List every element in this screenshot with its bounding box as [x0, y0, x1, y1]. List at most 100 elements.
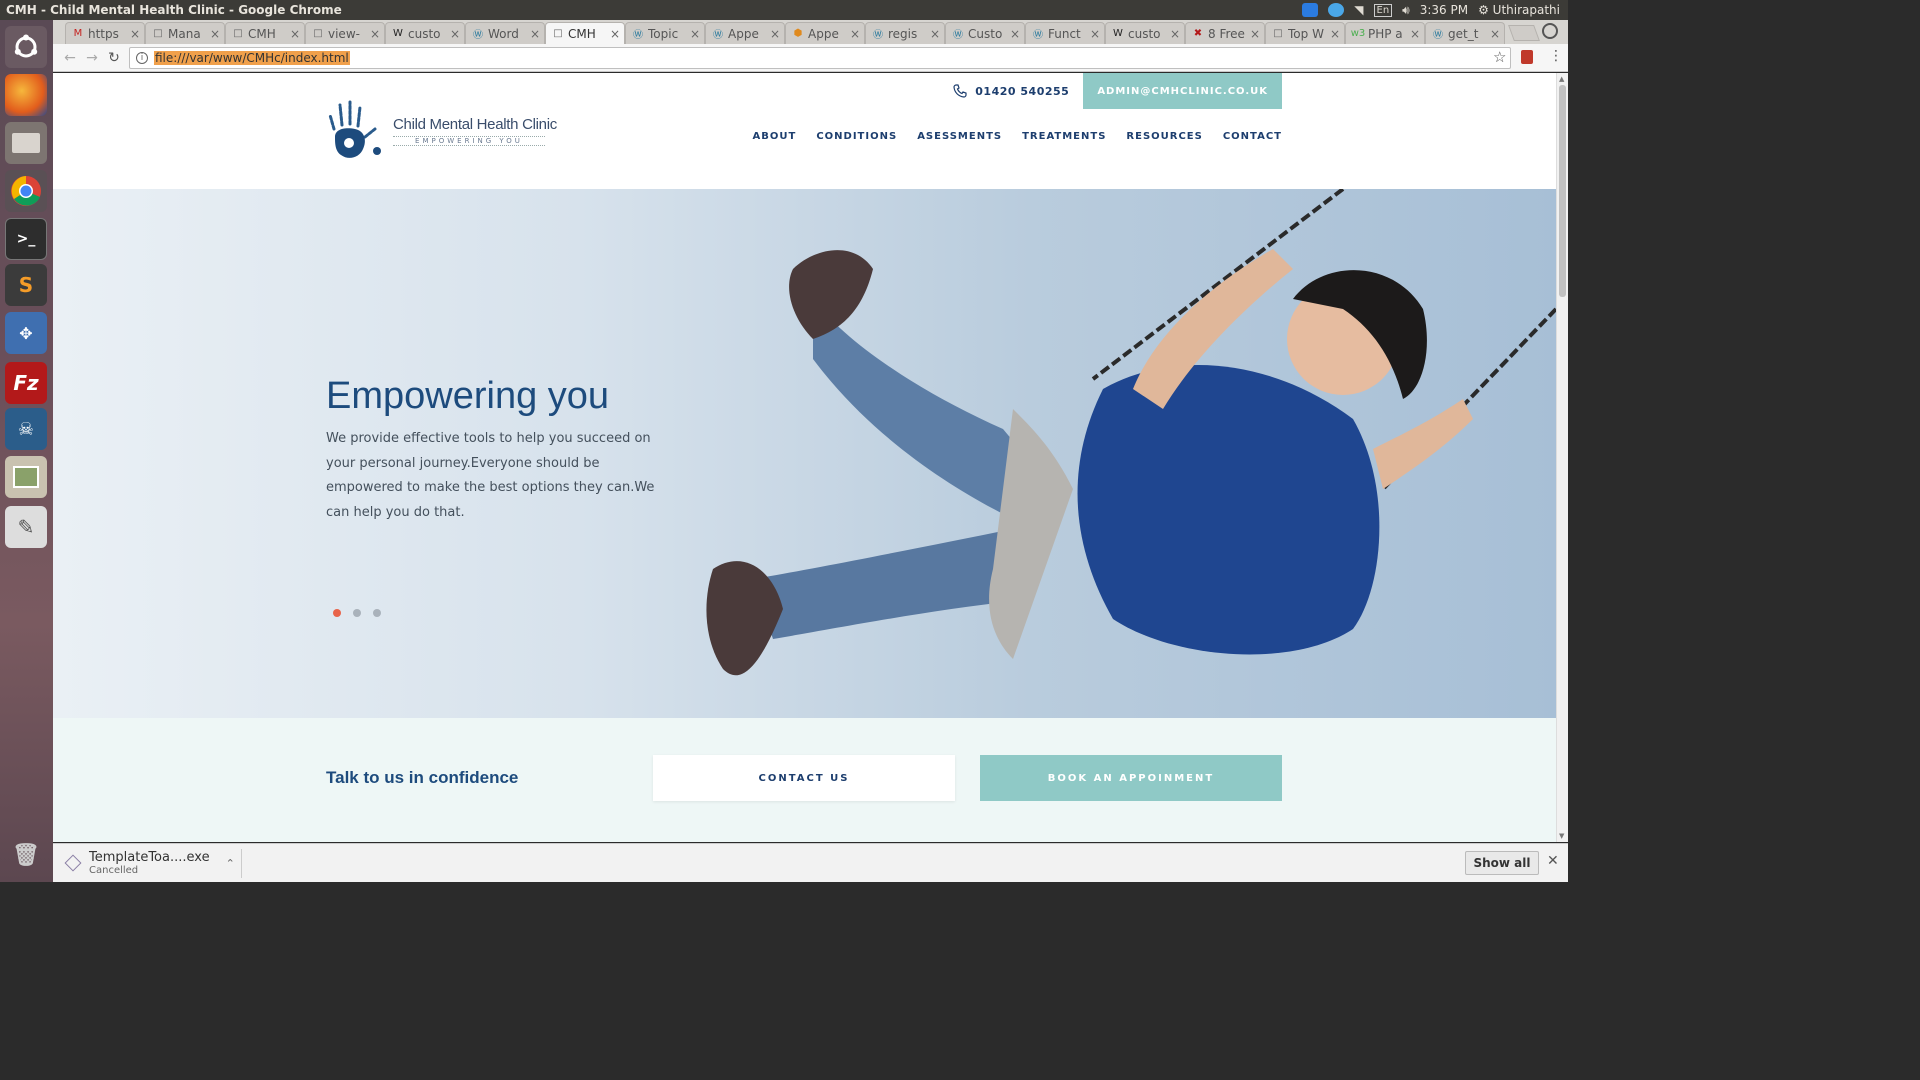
- address-bar[interactable]: i file:///var/www/CMHc/index.html: [129, 47, 1511, 69]
- browser-tab[interactable]: Ⓦregis ×: [865, 22, 945, 44]
- tab-label: Appe: [728, 26, 759, 41]
- phone-link[interactable]: 01420 540255: [953, 84, 1069, 98]
- contact-us-button[interactable]: CONTACT US: [653, 755, 955, 801]
- wifi-icon[interactable]: ◥: [1354, 3, 1363, 17]
- firefox-icon[interactable]: [5, 74, 47, 116]
- cta-title: Talk to us in confidence: [326, 768, 519, 787]
- teamviewer-icon[interactable]: [1302, 3, 1319, 17]
- site-logo[interactable]: Child Mental Health Clinic EMPOWERING YO…: [325, 99, 557, 163]
- page-scrollbar[interactable]: ▲ ▼: [1556, 73, 1568, 842]
- ubuntu-dash-icon[interactable]: [5, 26, 47, 68]
- volume-icon[interactable]: 🔊︎: [1402, 3, 1410, 18]
- browser-tab-strip: Mhttps × □ Mana × □ CMH × □ view- × Wcusto × Ⓦ Word × □ C…: [53, 20, 1568, 44]
- nav-conditions[interactable]: CONDITIONS: [816, 131, 897, 142]
- account-icon[interactable]: [1542, 23, 1558, 39]
- tab-label: https: [88, 26, 119, 41]
- browser-tab[interactable]: ⬢ Appe ×: [785, 22, 865, 44]
- tab-close-icon[interactable]: ×: [1330, 27, 1340, 41]
- tab-close-icon[interactable]: ×: [1410, 27, 1420, 41]
- terminal-icon[interactable]: >_: [5, 218, 47, 260]
- chrome-icon[interactable]: [5, 170, 47, 212]
- user-menu[interactable]: ⚙ Uthirapathi: [1478, 3, 1560, 17]
- keyboard-layout-indicator[interactable]: En: [1373, 3, 1393, 17]
- chevron-up-icon[interactable]: ⌃: [226, 857, 235, 870]
- mysql-workbench-icon[interactable]: ☠: [5, 408, 47, 450]
- browser-tab[interactable]: Wcusto ×: [1105, 22, 1185, 44]
- browser-tab[interactable]: □ Mana ×: [145, 22, 225, 44]
- browser-tab[interactable]: Mhttps ×: [65, 22, 145, 44]
- slider-dot-3[interactable]: [373, 609, 381, 617]
- browser-tab[interactable]: ✖ 8 Free ×: [1185, 22, 1265, 44]
- text-editor-icon[interactable]: ✎: [5, 506, 47, 548]
- tab-close-icon[interactable]: ×: [130, 27, 140, 41]
- email-button[interactable]: ADMIN@CMHCLINIC.CO.UK: [1083, 73, 1282, 109]
- tab-close-icon[interactable]: ×: [930, 27, 940, 41]
- browser-tab[interactable]: Ⓦ Appe ×: [705, 22, 785, 44]
- browser-tab[interactable]: □ Top W ×: [1265, 22, 1345, 44]
- browser-tab[interactable]: Ⓦ Word ×: [465, 22, 545, 44]
- network-icon[interactable]: ✥: [5, 312, 47, 354]
- tab-favicon-icon: ✖: [1193, 28, 1203, 39]
- browser-tab[interactable]: Ⓦ Custo ×: [945, 22, 1025, 44]
- nav-about[interactable]: ABOUT: [753, 131, 797, 142]
- tab-close-icon[interactable]: ×: [610, 27, 620, 41]
- browser-tab[interactable]: Ⓦ Funct ×: [1025, 22, 1105, 44]
- sublime-text-icon[interactable]: S: [5, 264, 47, 306]
- scroll-up-arrow[interactable]: ▲: [1559, 75, 1564, 83]
- browser-tab[interactable]: □ view- ×: [305, 22, 385, 44]
- book-appointment-button[interactable]: BOOK AN APPOINMENT: [980, 755, 1282, 801]
- clock[interactable]: 3:36 PM: [1420, 3, 1468, 17]
- browser-tab[interactable]: □ CMH ×: [225, 22, 305, 44]
- browser-tab[interactable]: Wcusto ×: [385, 22, 465, 44]
- tab-favicon-icon: M: [73, 28, 83, 39]
- extension-icon[interactable]: [1521, 50, 1533, 64]
- tab-close-icon[interactable]: ×: [850, 27, 860, 41]
- tab-close-icon[interactable]: ×: [1010, 27, 1020, 41]
- chrome-menu-icon[interactable]: ⋮: [1549, 48, 1563, 64]
- tab-close-icon[interactable]: ×: [290, 27, 300, 41]
- nav-resources[interactable]: RESOURCES: [1126, 131, 1202, 142]
- nav-contact[interactable]: CONTACT: [1223, 131, 1282, 142]
- browser-tab[interactable]: □ CMH ×: [545, 22, 625, 44]
- hand-logo-icon: [328, 100, 381, 158]
- file-icon: [64, 854, 82, 872]
- browser-tab[interactable]: Ⓦget_t ×: [1425, 22, 1505, 44]
- tab-label: CMH: [248, 26, 276, 41]
- tab-close-icon[interactable]: ×: [1490, 27, 1500, 41]
- nav-asessments[interactable]: ASESSMENTS: [917, 131, 1002, 142]
- browser-tab[interactable]: w3 PHP a ×: [1345, 22, 1425, 44]
- tab-close-icon[interactable]: ×: [1250, 27, 1260, 41]
- tab-close-icon[interactable]: ×: [450, 27, 460, 41]
- close-icon[interactable]: ✕: [1547, 853, 1559, 869]
- scroll-down-arrow[interactable]: ▼: [1559, 832, 1564, 840]
- site-info-icon[interactable]: i: [136, 52, 148, 64]
- nav-treatments[interactable]: TREATMENTS: [1022, 131, 1106, 142]
- new-tab-button[interactable]: [1508, 25, 1540, 41]
- tab-close-icon[interactable]: ×: [530, 27, 540, 41]
- scrollbar-thumb[interactable]: [1559, 85, 1566, 297]
- download-item[interactable]: TemplateToa....exe Cancelled ⌃: [64, 850, 235, 876]
- image-viewer-icon[interactable]: [5, 456, 47, 498]
- show-all-button[interactable]: Show all: [1465, 851, 1539, 875]
- filezilla-icon[interactable]: Fz: [5, 362, 47, 404]
- url-text[interactable]: file:///var/www/CMHc/index.html: [154, 51, 350, 65]
- tab-close-icon[interactable]: ×: [210, 27, 220, 41]
- slider-dot-2[interactable]: [353, 609, 361, 617]
- tab-close-icon[interactable]: ×: [1170, 27, 1180, 41]
- download-shelf: TemplateToa....exe Cancelled ⌃ Show all …: [53, 843, 1568, 882]
- reload-button[interactable]: ↻: [103, 50, 125, 66]
- forward-button[interactable]: →: [81, 50, 103, 66]
- trash-icon[interactable]: 🗑︎: [5, 834, 47, 876]
- tab-close-icon[interactable]: ×: [370, 27, 380, 41]
- browser-tab[interactable]: Ⓦ Topic ×: [625, 22, 705, 44]
- files-icon[interactable]: [5, 122, 47, 164]
- tab-close-icon[interactable]: ×: [770, 27, 780, 41]
- back-button[interactable]: ←: [59, 50, 81, 66]
- tab-close-icon[interactable]: ×: [690, 27, 700, 41]
- tab-label: Topic: [648, 26, 679, 41]
- cta-section: Talk to us in confidence CONTACT US BOOK…: [53, 718, 1556, 842]
- slider-dot-1[interactable]: [333, 609, 341, 617]
- bookmark-star-icon[interactable]: ☆: [1493, 48, 1506, 66]
- skype-icon[interactable]: [1328, 3, 1345, 17]
- tab-close-icon[interactable]: ×: [1090, 27, 1100, 41]
